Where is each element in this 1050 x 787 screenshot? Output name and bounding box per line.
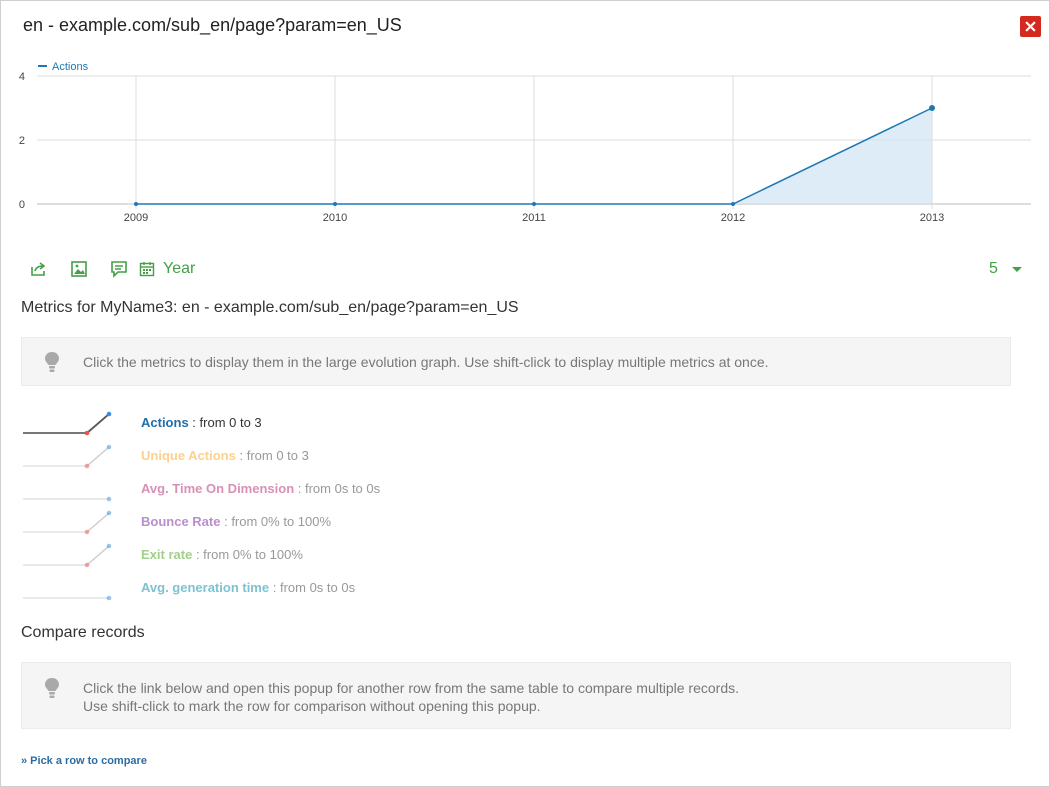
compare-hint-box: Click the link below and open this popup…	[21, 662, 1011, 729]
metrics-title: Metrics for MyName3: en - example.com/su…	[21, 299, 519, 316]
export-button[interactable]	[29, 259, 49, 279]
metric-label[interactable]: Unique Actions : from 0 to 3	[141, 448, 309, 463]
compare-hint-text: Click the link below and open this popup…	[83, 679, 739, 715]
metric-row[interactable]: Bounce Rate : from 0% to 100%	[21, 505, 621, 538]
x-tick-label: 2011	[522, 212, 546, 224]
x-tick-label: 2010	[323, 212, 347, 224]
sparkline	[23, 496, 112, 502]
data-point[interactable]	[134, 202, 138, 206]
x-tick-label: 2009	[124, 212, 148, 224]
popup-title: en - example.com/sub_en/page?param=en_US	[23, 15, 402, 35]
metric-range: : from 0s to 0s	[297, 481, 381, 496]
metric-row[interactable]: Exit rate : from 0% to 100%	[21, 538, 621, 571]
metric-name: Avg. generation time	[141, 580, 270, 595]
metric-label[interactable]: Exit rate : from 0% to 100%	[141, 547, 303, 562]
compare-hint-line-2: Use shift-click to mark the row for comp…	[83, 698, 541, 714]
annotations-button[interactable]	[109, 259, 129, 279]
metric-row[interactable]: Avg. Time On Dimension : from 0s to 0s	[21, 472, 621, 505]
image-export-button[interactable]	[69, 259, 89, 279]
export-icon	[31, 262, 46, 276]
metric-label[interactable]: Avg. Time On Dimension : from 0s to 0s	[141, 481, 380, 496]
metric-name: Actions	[141, 415, 189, 430]
sparkline	[23, 510, 112, 535]
metric-range: : from 0 to 3	[192, 415, 262, 430]
graph-toolbar: Year	[29, 259, 195, 279]
sparkline	[23, 543, 112, 568]
limit-value: 5	[989, 260, 998, 277]
data-point[interactable]	[333, 202, 337, 206]
metric-name: Exit rate	[141, 547, 193, 562]
metric-range: : from 0 to 3	[239, 448, 309, 463]
lightbulb-icon	[45, 678, 59, 698]
close-button[interactable]	[1020, 16, 1041, 37]
limit-selector[interactable]: 5	[989, 260, 1022, 278]
legend-label: Actions	[52, 61, 89, 73]
y-axis: 0 2 4	[19, 71, 25, 211]
close-icon	[1025, 21, 1036, 32]
row-evolution-popup: en - example.com/sub_en/page?param=en_US…	[0, 0, 1050, 787]
metric-row[interactable]: Unique Actions : from 0 to 3	[21, 439, 621, 472]
y-tick-label: 2	[19, 135, 25, 147]
image-icon	[71, 261, 87, 277]
metric-label[interactable]: Avg. generation time : from 0s to 0s	[141, 580, 355, 595]
lightbulb-icon	[45, 352, 59, 372]
metric-label[interactable]: Actions : from 0 to 3	[141, 415, 262, 430]
data-point[interactable]	[532, 202, 536, 206]
compare-title: Compare records	[21, 624, 145, 641]
calendar-icon	[139, 262, 155, 277]
metrics-hint-box: Click the metrics to display them in the…	[21, 337, 1011, 386]
period-selector[interactable]: Year	[139, 260, 195, 278]
metric-name: Avg. Time On Dimension	[141, 481, 295, 496]
metric-name: Bounce Rate	[141, 514, 221, 529]
data-point[interactable]	[929, 105, 935, 111]
chart-legend[interactable]: Actions	[38, 61, 89, 73]
sparkline	[23, 411, 112, 436]
annotation-icon	[111, 261, 127, 278]
metric-row[interactable]: Avg. generation time : from 0s to 0s	[21, 571, 621, 604]
y-tick-label: 4	[19, 71, 25, 83]
metric-range: : from 0% to 100%	[195, 547, 303, 562]
x-tick-label: 2012	[721, 212, 745, 224]
pick-row-link[interactable]: » Pick a row to compare	[21, 755, 147, 767]
y-tick-label: 0	[19, 199, 25, 211]
metric-name: Unique Actions	[141, 448, 236, 463]
data-point[interactable]	[731, 202, 735, 206]
period-label: Year	[163, 260, 196, 277]
x-axis: 2009 2010 2011 2012 2013	[124, 212, 944, 224]
evolution-graph[interactable]: Actions 0 2 4 2009 2010 2011 2012 2013	[1, 56, 1050, 236]
chevron-down-icon	[1011, 266, 1022, 272]
x-tick-label: 2013	[920, 212, 944, 224]
compare-hint-line-1: Click the link below and open this popup…	[83, 680, 740, 696]
sparkline	[23, 595, 112, 601]
metric-label[interactable]: Bounce Rate : from 0% to 100%	[141, 514, 331, 529]
sparkline	[23, 444, 112, 469]
metric-row[interactable]: Actions : from 0 to 3	[21, 406, 621, 439]
metric-range: : from 0s to 0s	[272, 580, 356, 595]
metric-range: : from 0% to 100%	[224, 514, 332, 529]
metrics-hint-text: Click the metrics to display them in the…	[83, 354, 769, 370]
